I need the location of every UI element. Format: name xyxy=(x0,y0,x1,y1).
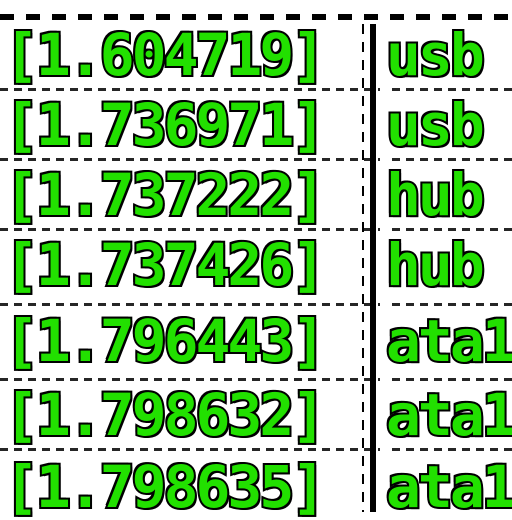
log-device: usb xyxy=(386,22,487,88)
log-line: [1.737426] hub xyxy=(0,232,512,298)
log-device: hub xyxy=(386,162,487,228)
log-timestamp: [1.798632] xyxy=(4,382,328,448)
log-line: [1.737222] hub xyxy=(0,162,512,228)
log-line: [1.604719] usb xyxy=(0,22,512,88)
log-device: ata1 xyxy=(386,308,512,374)
log-timestamp: [1.604719] xyxy=(4,22,328,88)
log-line: [1.798635] ata1 xyxy=(0,454,512,520)
log-timestamp: [1.737222] xyxy=(4,162,328,228)
log-line: [1.796443] ata1 xyxy=(0,308,512,374)
log-timestamp: [1.796443] xyxy=(4,308,328,374)
row-separator xyxy=(0,158,512,161)
log-timestamp: [1.737426] xyxy=(4,232,328,298)
log-device: ata1 xyxy=(386,454,512,520)
log-device: hub xyxy=(386,232,487,298)
row-separator xyxy=(0,303,512,306)
log-line: [1.736971] usb xyxy=(0,92,512,158)
log-timestamp: [1.736971] xyxy=(4,92,328,158)
row-separator xyxy=(0,88,512,91)
log-device: ata1 xyxy=(386,382,512,448)
row-separator xyxy=(0,228,512,231)
top-rule xyxy=(0,14,512,20)
column-divider xyxy=(370,24,376,512)
log-line: [1.798632] ata1 xyxy=(0,382,512,448)
log-timestamp: [1.798635] xyxy=(4,454,328,520)
row-separator xyxy=(0,378,512,381)
column-divider-shadow xyxy=(362,24,364,512)
row-separator xyxy=(0,448,512,451)
terminal-window: [1.604719] usb [1.736971] usb [1.737222]… xyxy=(0,0,512,520)
log-device: usb xyxy=(386,92,487,158)
